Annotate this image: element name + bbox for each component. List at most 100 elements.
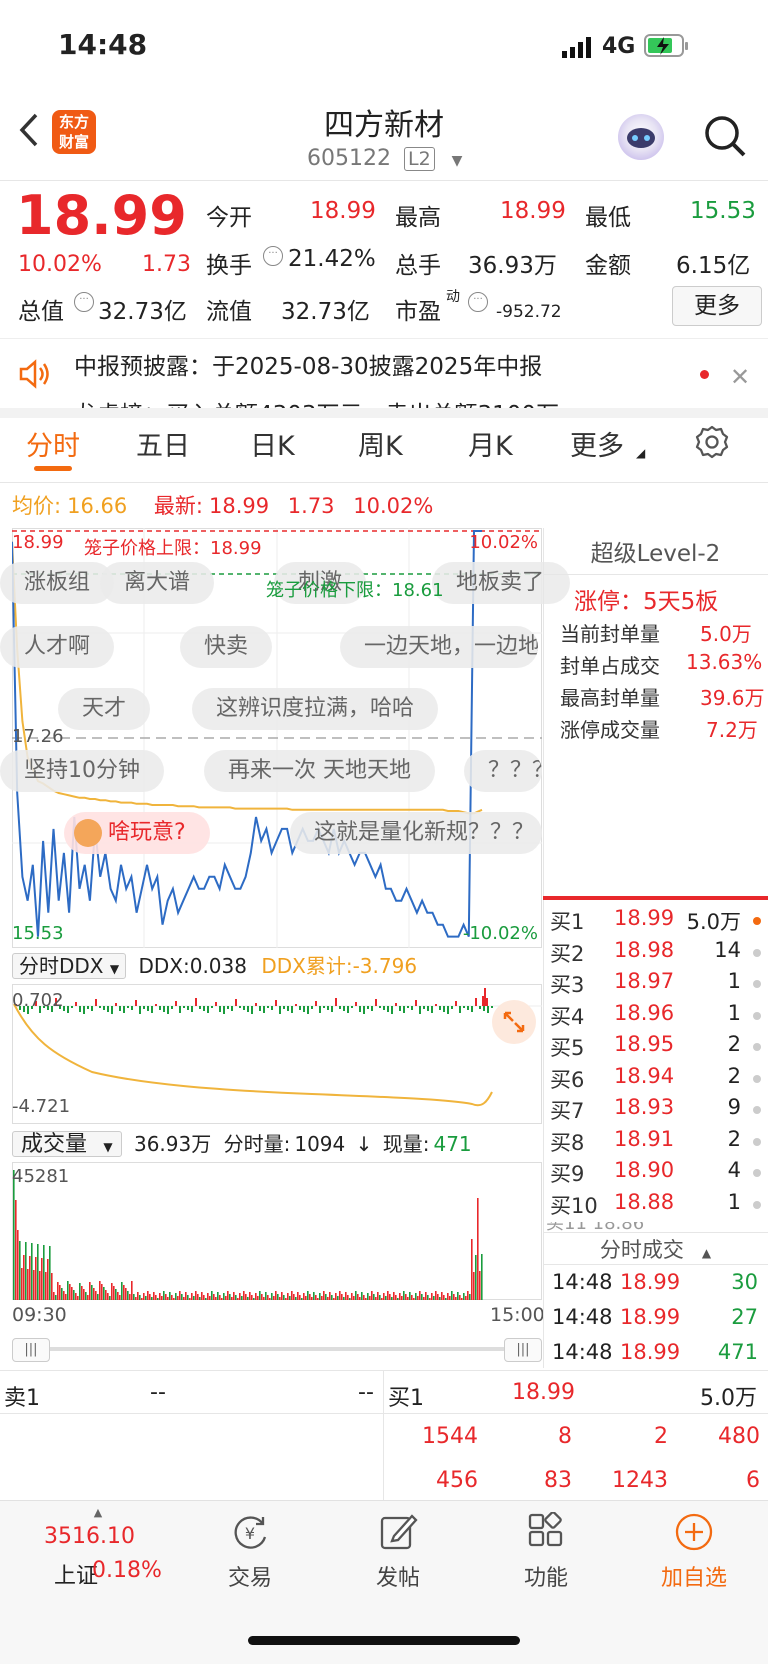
more-button[interactable]: 更多 (672, 286, 762, 326)
ddx-bar (439, 1006, 441, 1010)
svg-text:¥: ¥ (245, 1524, 255, 1543)
nav-trade[interactable]: ¥ 交易 (210, 1512, 290, 1592)
volume-bar (115, 1289, 117, 1300)
price-chart[interactable]: 涨板组 离大谱 刺激 地板卖了 人才啊 快卖 一边天地，一边地 天才 这辨识度拉… (0, 528, 570, 948)
notice-dot (700, 370, 709, 379)
tab-daily-k[interactable]: 日K (250, 424, 295, 463)
ddx-bar (451, 1006, 453, 1009)
volume-bar (355, 1291, 357, 1300)
volume-bar (119, 1295, 121, 1300)
volume-bar (225, 1296, 227, 1300)
nav-add-watchlist[interactable]: 加自选 (654, 1512, 734, 1592)
ddx-bar (431, 1006, 433, 1013)
ddx-bar (363, 1006, 365, 1014)
ddx-bar (231, 1006, 233, 1011)
speaker-icon (18, 359, 52, 393)
scroll-handle-right[interactable]: ||| (504, 1338, 542, 1362)
level2-row: 最高封单量 39.6万 (560, 686, 765, 710)
volume-bar (141, 1298, 143, 1300)
order-price: 18.90 (614, 1158, 675, 1182)
index-quote[interactable]: ▲ 3516.10 上证 0.18% (28, 1506, 168, 1589)
volume-chart[interactable]: 45281 (12, 1162, 542, 1300)
volume-bar (183, 1297, 185, 1300)
open-label: 今开 (206, 205, 252, 231)
ddx-bar (91, 1006, 93, 1011)
change-pct: 10.02% (18, 252, 102, 277)
turnover-value: 21.42% (288, 246, 376, 272)
settings-icon[interactable] (694, 424, 730, 464)
volume-bar (471, 1239, 473, 1300)
volume-bar (93, 1288, 95, 1300)
order-volume: 9 (727, 1095, 741, 1119)
volume-bar (107, 1293, 109, 1300)
ddx-bar (459, 1006, 461, 1013)
volume-bar (463, 1293, 465, 1300)
stock-code: 605122 (307, 146, 391, 171)
index-value: 3516.10 (44, 1524, 135, 1549)
volume-bar (195, 1291, 197, 1300)
volume-bar (387, 1291, 389, 1300)
ddx-bar (463, 1006, 465, 1008)
danmaku-bubble: 一边天地，一边地 (340, 626, 538, 668)
ddx-bar (155, 1004, 157, 1006)
ddx-chart[interactable]: 0.702 -4.721 (12, 984, 542, 1124)
scroll-handle-left[interactable]: ||| (12, 1338, 50, 1362)
volume-bar (399, 1293, 401, 1300)
orderbook-row: 买7 18.93 9 (550, 1095, 765, 1125)
time-scrollbar[interactable]: ||| ||| (12, 1338, 542, 1362)
order-volume: 1 (727, 1189, 741, 1214)
tab-weekly-k[interactable]: 周K (358, 424, 403, 463)
level2-title[interactable]: 超级Level-2 (543, 534, 768, 568)
tab-timeshare[interactable]: 分时 (26, 424, 80, 463)
orderbook-row: 买9 18.90 4 (550, 1158, 765, 1188)
nav-post[interactable]: 发帖 (358, 1512, 438, 1592)
ddx-bar (243, 1006, 245, 1010)
volume-bar (181, 1294, 183, 1300)
ddx-bar (379, 1006, 381, 1008)
ddx-selector[interactable]: 分时DDX ▼ (12, 953, 127, 979)
volume-bar (393, 1292, 395, 1300)
volume-bar (349, 1298, 351, 1300)
stock-code-row[interactable]: 605122 L2 ▼ (307, 146, 462, 171)
order-dot (753, 1106, 761, 1114)
open-value: 18.99 (310, 198, 376, 224)
ddx-bar (215, 1002, 217, 1006)
low-value: 15.53 (690, 198, 756, 224)
nav-function[interactable]: 功能 (506, 1511, 586, 1592)
order-price: 18.94 (614, 1063, 675, 1088)
tab-more[interactable]: 更多 (570, 424, 624, 463)
volume-bar (65, 1294, 67, 1300)
ddx-bar (315, 1001, 317, 1006)
robot-avatar-icon[interactable] (618, 114, 664, 160)
volume-bar (35, 1257, 37, 1300)
tab-five-day[interactable]: 五日 (136, 424, 190, 463)
ddx-bar (471, 1006, 473, 1012)
tab-more-caret-icon: ◢ (636, 446, 646, 460)
ddx-bar (331, 1006, 333, 1012)
volume-bar (479, 1271, 481, 1300)
ddx-bar (159, 1006, 161, 1010)
order-volume: 2 (727, 1063, 741, 1088)
volume-bar (451, 1291, 453, 1300)
order-price: 18.96 (614, 1000, 675, 1025)
volume-bar (367, 1293, 369, 1300)
volume-bar (403, 1291, 405, 1300)
volume-bar (435, 1291, 437, 1300)
volume-bar (301, 1298, 303, 1300)
expand-icon[interactable] (492, 1000, 536, 1044)
tab-monthly-k[interactable]: 月K (468, 424, 513, 463)
close-icon[interactable]: ✕ (730, 363, 750, 391)
volume-bar (421, 1294, 423, 1300)
ddx-bar (383, 1006, 385, 1010)
volume-bar (455, 1297, 457, 1300)
volume-bar (321, 1296, 323, 1300)
tab-active-indicator (34, 466, 72, 471)
search-icon[interactable] (703, 114, 747, 162)
volume-selector[interactable]: 成交量 ▼ (12, 1131, 122, 1157)
ddx-bar (275, 1000, 277, 1006)
volume-bar (305, 1296, 307, 1300)
volume-bar (407, 1297, 409, 1300)
notice-bar[interactable]: 中报预披露：于2025-08-30披露2025年中报 龙虎榜：买入总额4303万… (0, 338, 768, 409)
volume-bar (137, 1292, 139, 1300)
trades-title[interactable]: 分时成交 ▲ (543, 1234, 768, 1264)
